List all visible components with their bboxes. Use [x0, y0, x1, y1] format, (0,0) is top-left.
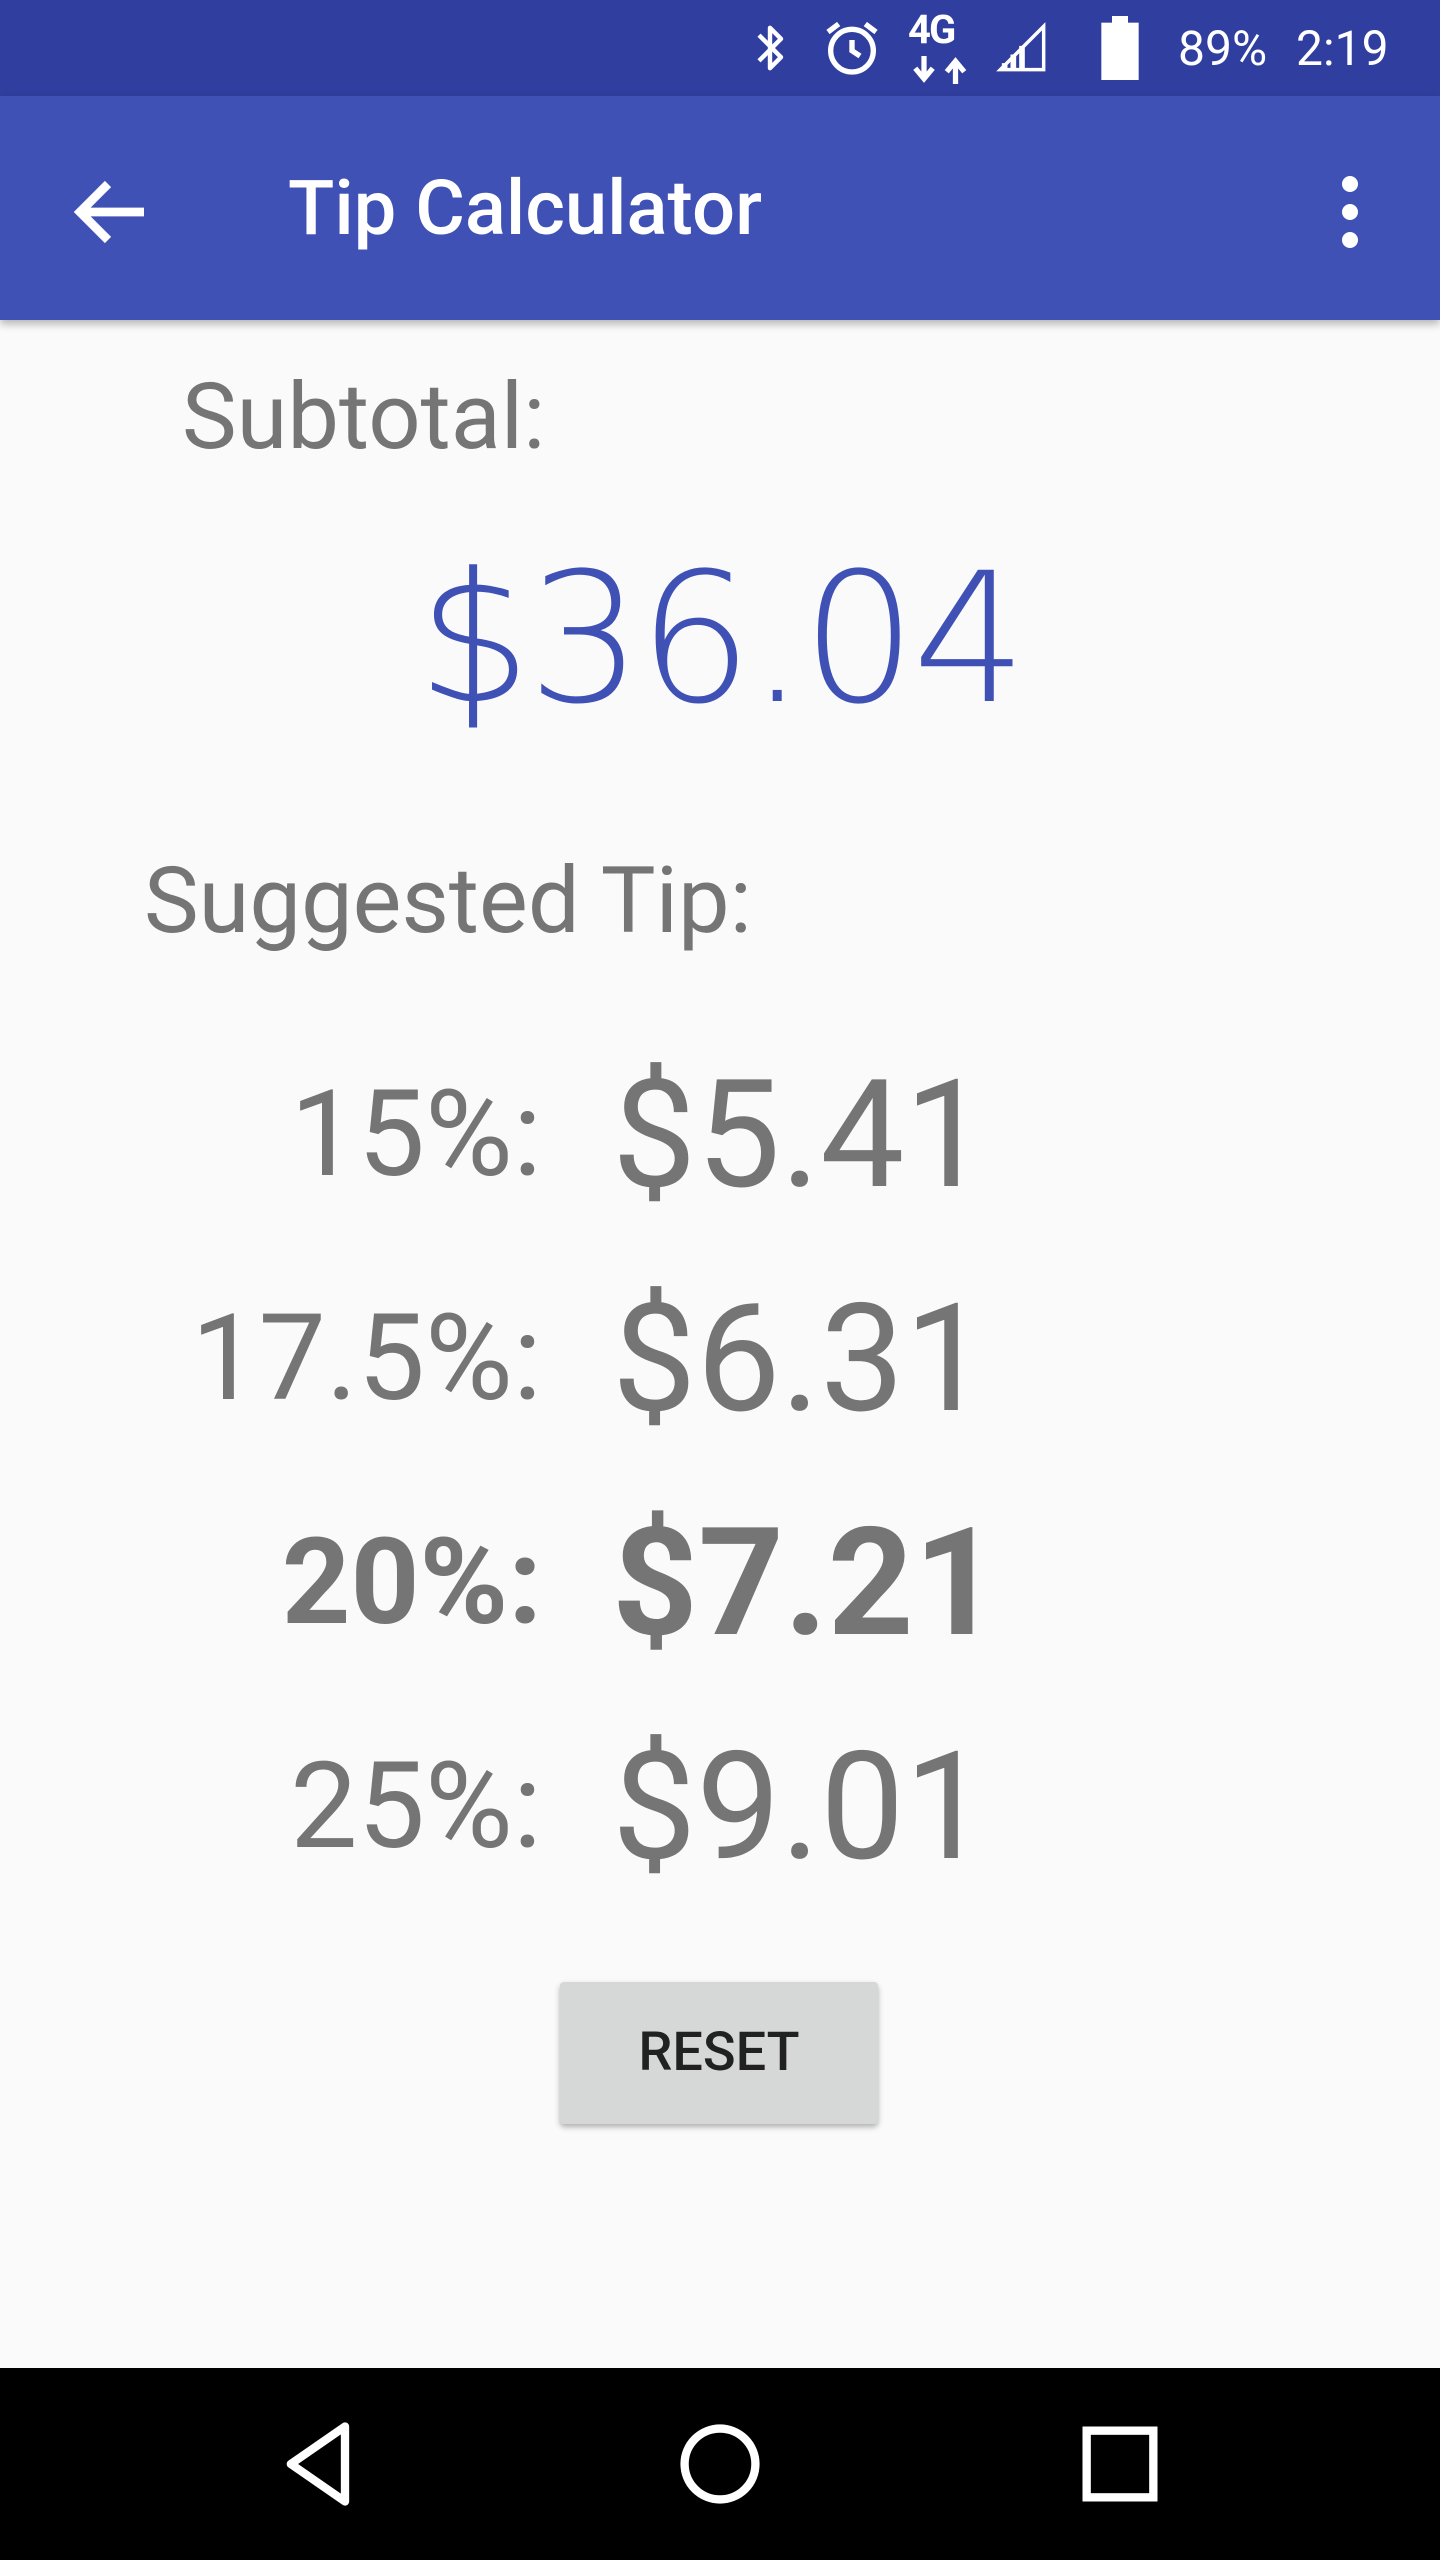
reset-button[interactable]: RESET: [560, 1982, 878, 2124]
tip-amount: $5.41: [612, 1047, 989, 1223]
tip-amount: $7.21: [612, 1495, 1000, 1671]
recents-square-icon[interactable]: [1070, 2414, 1170, 2514]
tip-row-20-selected: 20%: $7.21: [0, 1508, 1440, 1658]
tip-amount: $9.01: [612, 1719, 989, 1895]
tip-percent: 15%:: [290, 1065, 542, 1205]
tip-row-15: 15%: $5.41: [0, 1060, 1440, 1210]
arrow-back-icon[interactable]: [64, 164, 160, 260]
tip-row-25: 25%: $9.01: [0, 1732, 1440, 1882]
page-title: Tip Calculator: [288, 163, 762, 253]
back-triangle-icon[interactable]: [270, 2414, 370, 2514]
status-time: 2:19: [1296, 19, 1389, 77]
navigation-bar: [0, 2368, 1440, 2560]
network-label: 4G: [908, 6, 956, 53]
tip-percent: 20%:: [281, 1513, 542, 1653]
home-circle-icon[interactable]: [670, 2414, 770, 2514]
app-bar: Tip Calculator: [0, 96, 1440, 320]
suggested-tip-label: Suggested Tip:: [144, 848, 752, 955]
battery-percent: 89%: [1178, 19, 1268, 77]
tip-row-17-5: 17.5%: $6.31: [0, 1284, 1440, 1434]
subtotal-value[interactable]: $36.04: [0, 540, 1440, 740]
tip-percent: 17.5%:: [191, 1289, 542, 1429]
bluetooth-icon: [748, 0, 792, 96]
signal-icon: [996, 0, 1048, 96]
more-vert-icon[interactable]: [1302, 164, 1398, 260]
battery-icon: [1100, 0, 1140, 96]
alarm-icon: [820, 0, 884, 96]
tip-percent: 25%:: [290, 1737, 542, 1877]
status-bar: 4G 89% 2:19: [0, 0, 1440, 96]
subtotal-label: Subtotal:: [182, 364, 546, 471]
tip-amount: $6.31: [612, 1271, 989, 1447]
network-4g-lte-icon: 4G: [908, 0, 988, 96]
